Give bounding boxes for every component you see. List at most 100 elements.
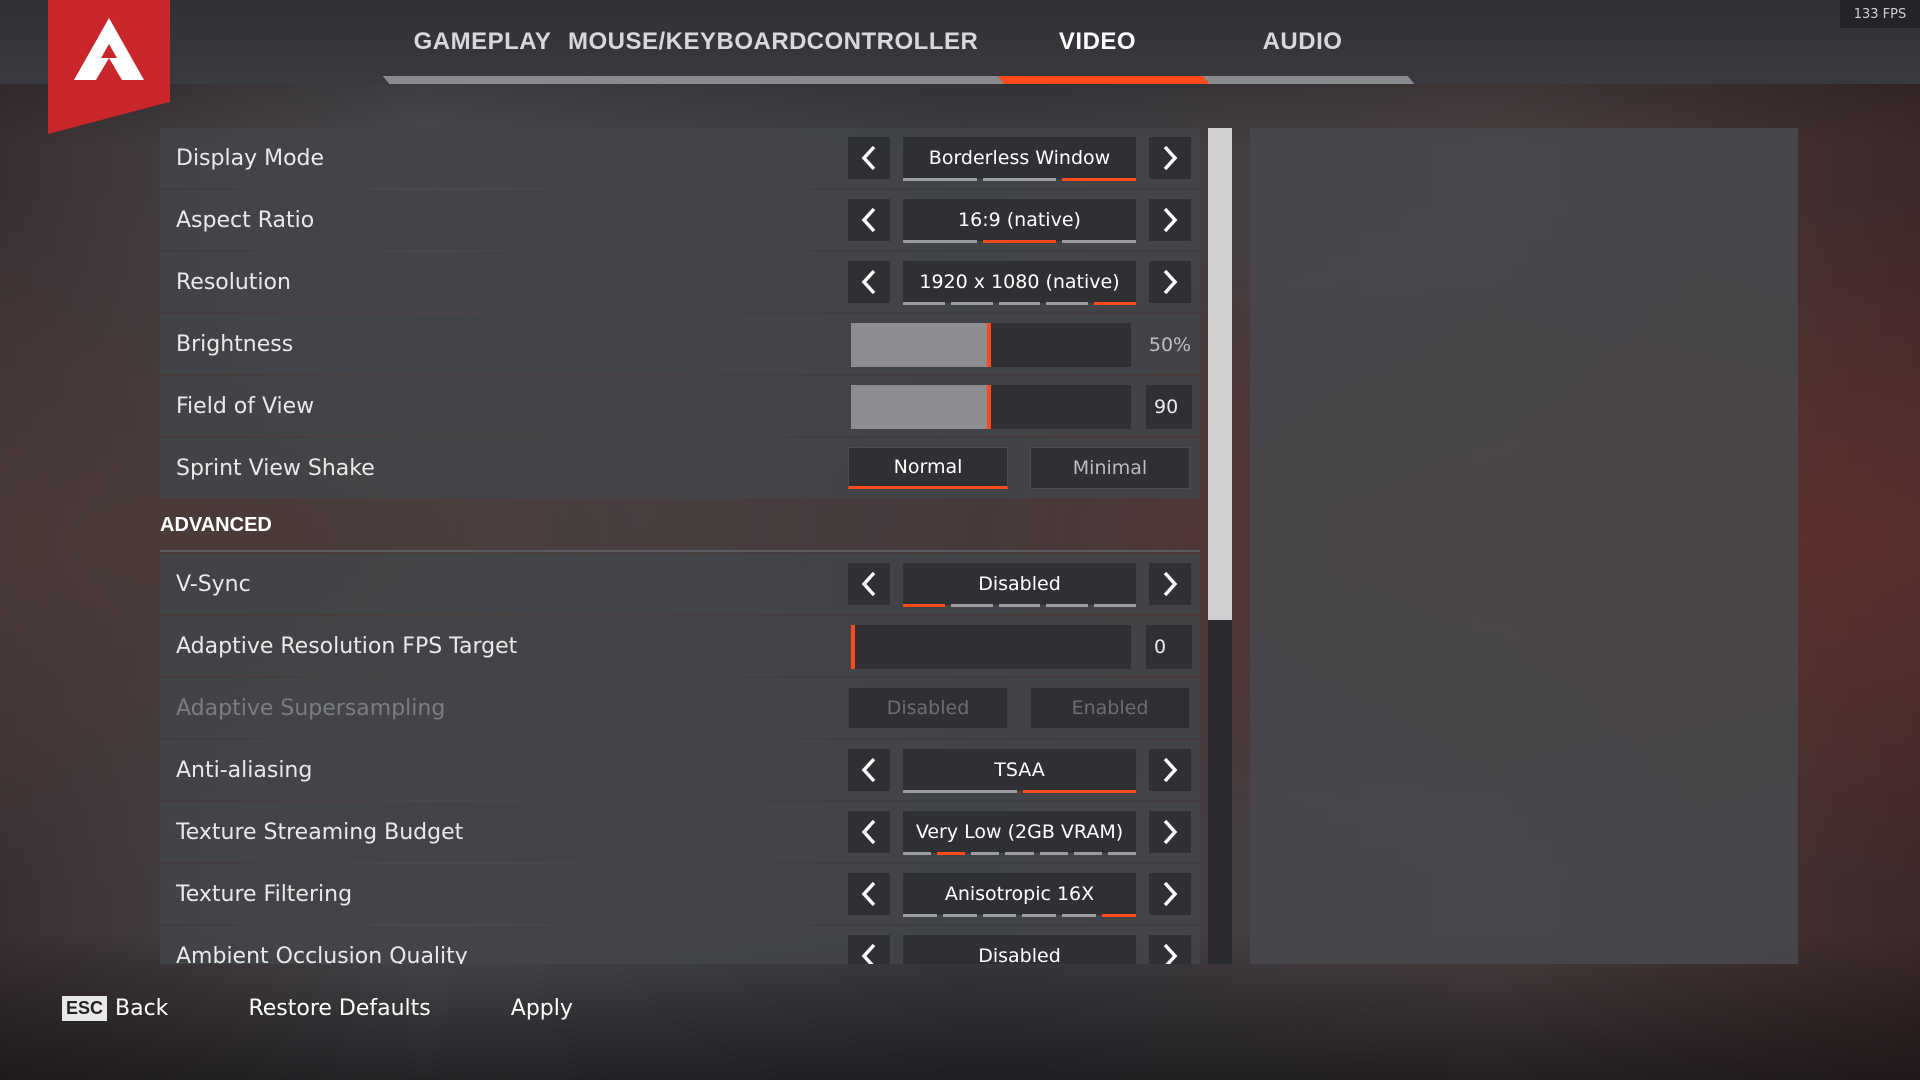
tab-controller[interactable]: CONTROLLER	[790, 0, 995, 84]
tab-gameplay[interactable]: GAMEPLAY	[380, 0, 585, 84]
option-tick	[1094, 604, 1136, 607]
sprint-shake-normal-button[interactable]: Normal	[848, 447, 1008, 489]
back-button[interactable]: Back	[115, 996, 168, 1021]
option-tick	[1107, 852, 1136, 855]
tab-video[interactable]: VIDEO	[995, 0, 1200, 84]
sprint-shake-minimal-button[interactable]: Minimal	[1030, 447, 1190, 489]
next-option-button[interactable]	[1149, 261, 1191, 303]
option-tick	[1062, 178, 1137, 181]
scrollbar-thumb[interactable]	[1208, 128, 1232, 620]
option-value: Very Low (2GB VRAM)	[903, 811, 1136, 853]
settings-scrollbar[interactable]	[1208, 128, 1232, 964]
chevron-left-icon	[861, 145, 876, 171]
chevron-right-icon	[1163, 571, 1178, 597]
prev-option-button[interactable]	[848, 199, 890, 241]
slider-handle[interactable]	[987, 323, 991, 367]
option-tick	[1046, 302, 1089, 305]
adaptive-fps-slider[interactable]	[851, 625, 1131, 669]
next-option-button[interactable]	[1149, 749, 1191, 791]
option-tick	[903, 852, 932, 855]
setting-texture-streaming-budget: Texture Streaming Budget Very Low (2GB V…	[160, 802, 1200, 862]
option-tick	[998, 302, 1041, 305]
option-tick	[1005, 852, 1034, 855]
slider-handle[interactable]	[851, 625, 855, 669]
next-option-button[interactable]	[1149, 811, 1191, 853]
option-tick	[1039, 852, 1068, 855]
setting-label: Aspect Ratio	[176, 207, 315, 233]
option-indicator	[903, 178, 1137, 181]
option-tick	[903, 240, 977, 243]
anti-aliasing-carousel: TSAA	[848, 749, 1191, 793]
setting-label: Texture Streaming Budget	[176, 819, 464, 845]
chevron-right-icon	[1163, 819, 1178, 845]
chevron-right-icon	[1163, 145, 1178, 171]
prev-option-button[interactable]	[848, 261, 890, 303]
chevron-right-icon	[1163, 269, 1178, 295]
chevron-left-icon	[861, 943, 876, 964]
prev-option-button[interactable]	[848, 935, 890, 964]
setting-label: Ambient Occlusion Quality	[176, 943, 468, 965]
setting-description-panel	[1250, 128, 1798, 964]
brightness-value: 50%	[1148, 334, 1192, 356]
setting-adaptive-supersampling: Adaptive Supersampling Disabled Enabled	[160, 678, 1200, 738]
texture-filtering-carousel: Anisotropic 16X	[848, 873, 1191, 917]
tab-mouse-keyboard[interactable]: MOUSE/KEYBOARD	[568, 0, 807, 84]
chevron-right-icon	[1163, 757, 1178, 783]
settings-tabs: GAMEPLAY MOUSE/KEYBOARD CONTROLLER VIDEO…	[380, 0, 1405, 84]
prev-option-button[interactable]	[848, 137, 890, 179]
section-title: ADVANCED	[160, 513, 272, 536]
option-indicator	[903, 790, 1136, 793]
option-value: 16:9 (native)	[903, 199, 1136, 241]
option-tick	[1062, 914, 1097, 917]
chevron-right-icon	[1163, 943, 1178, 964]
next-option-button[interactable]	[1149, 873, 1191, 915]
prev-option-button[interactable]	[848, 811, 890, 853]
fov-slider[interactable]	[851, 385, 1131, 429]
setting-vsync: V-Sync Disabled	[160, 554, 1200, 614]
option-value: 1920 x 1080 (native)	[903, 261, 1136, 303]
option-tick	[903, 178, 977, 181]
option-tick	[903, 302, 945, 305]
slider-fill	[851, 385, 987, 429]
setting-aspect-ratio: Aspect Ratio 16:9 (native)	[160, 190, 1200, 250]
setting-label: Field of View	[176, 393, 315, 419]
option-tick	[903, 604, 945, 607]
apply-button[interactable]: Apply	[511, 996, 573, 1021]
apex-logo-icon	[74, 18, 144, 80]
next-option-button[interactable]	[1149, 935, 1191, 964]
setting-label: Adaptive Supersampling	[176, 695, 446, 721]
option-tick	[1073, 852, 1102, 855]
setting-label: Texture Filtering	[176, 881, 353, 907]
supersampling-enabled-button: Enabled	[1030, 687, 1190, 729]
tab-audio[interactable]: AUDIO	[1200, 0, 1405, 84]
setting-sprint-view-shake: Sprint View Shake Normal Minimal	[160, 438, 1200, 498]
option-tick	[1022, 914, 1057, 917]
option-tick	[971, 852, 1000, 855]
slider-handle[interactable]	[987, 385, 991, 429]
option-tick	[982, 914, 1017, 917]
option-indicator	[903, 240, 1137, 243]
fov-value-input[interactable]: 90	[1146, 385, 1192, 429]
setting-label: Adaptive Resolution FPS Target	[176, 633, 518, 659]
prev-option-button[interactable]	[848, 563, 890, 605]
setting-label: Resolution	[176, 269, 291, 295]
next-option-button[interactable]	[1149, 563, 1191, 605]
brightness-slider[interactable]	[851, 323, 1131, 367]
prev-option-button[interactable]	[848, 873, 890, 915]
adaptive-fps-value-input[interactable]: 0	[1146, 625, 1192, 669]
option-tick	[903, 914, 937, 917]
chevron-left-icon	[861, 819, 876, 845]
next-option-button[interactable]	[1149, 199, 1191, 241]
resolution-carousel: 1920 x 1080 (native)	[848, 261, 1191, 305]
option-value: TSAA	[903, 749, 1136, 791]
option-indicator	[903, 604, 1136, 607]
aspect-ratio-carousel: 16:9 (native)	[848, 199, 1191, 243]
next-option-button[interactable]	[1149, 137, 1191, 179]
restore-defaults-button[interactable]: Restore Defaults	[248, 996, 430, 1021]
game-logo	[48, 0, 170, 134]
option-tick	[942, 914, 977, 917]
setting-anti-aliasing: Anti-aliasing TSAA	[160, 740, 1200, 800]
option-tick	[1046, 604, 1089, 607]
prev-option-button[interactable]	[848, 749, 890, 791]
option-tick	[950, 302, 993, 305]
